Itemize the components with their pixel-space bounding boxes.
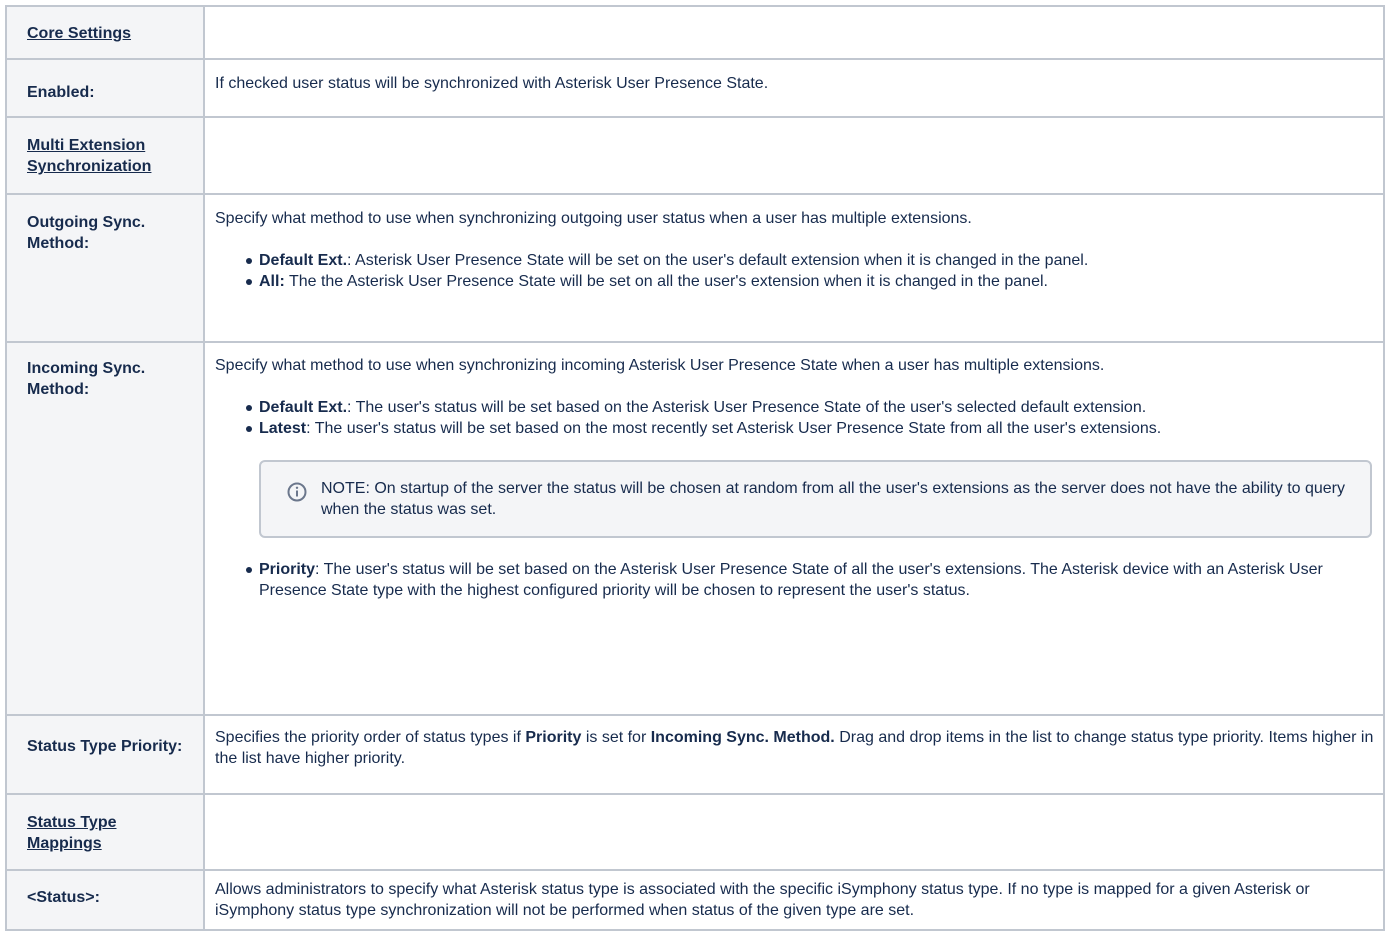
row-status-type-priority: Status Type Priority: Specifies the prio… <box>5 714 1385 795</box>
info-note-panel: NOTE: On startup of the server the statu… <box>259 460 1372 538</box>
label-enabled: Enabled: <box>27 84 95 101</box>
text-enabled: If checked user status will be synchroni… <box>215 75 769 92</box>
text-incoming-sync: Specify what method to use when synchron… <box>215 357 1105 374</box>
term-default-ext: Default Ext. <box>259 399 348 416</box>
header-status-type-priority: Status Type Priority: <box>5 714 205 795</box>
value-outgoing-sync: Specify what method to use when synchron… <box>203 193 1385 343</box>
row-multi-extension: Multi Extension Synchronization <box>5 116 1385 195</box>
label-status-type-priority: Status Type Priority: <box>27 738 183 755</box>
value-status-type-mappings <box>203 793 1385 871</box>
term-all: All: <box>259 273 285 290</box>
value-status-type-priority: Specifies the priority order of status t… <box>203 714 1385 795</box>
term-priority: Priority <box>259 561 316 578</box>
desc-default-ext: Asterisk User Presence State will be set… <box>355 252 1089 269</box>
settings-table: Core Settings Enabled: If checked user s… <box>5 5 1385 931</box>
header-multi-extension: Multi Extension Synchronization <box>5 116 205 195</box>
desc-priority: The user's status will be set based on t… <box>259 561 1323 599</box>
text-status-type-priority: Specifies the priority order of status t… <box>215 729 1374 767</box>
value-status: Allows administrators to specify what As… <box>203 869 1385 931</box>
desc-default-ext: The user's status will be set based on t… <box>355 399 1147 416</box>
link-core-settings[interactable]: Core Settings <box>27 25 131 42</box>
text-outgoing-sync: Specify what method to use when synchron… <box>215 210 972 227</box>
list-incoming-options: Default Ext.: The user's status will be … <box>205 397 1383 439</box>
label-status: <Status>: <box>27 889 100 906</box>
note-text: NOTE: On startup of the server the statu… <box>321 480 1346 518</box>
value-multi-extension <box>203 116 1385 195</box>
value-enabled: If checked user status will be synchroni… <box>203 58 1385 118</box>
value-core-settings <box>203 5 1385 60</box>
desc-all: The the Asterisk User Presence State wil… <box>288 273 1048 290</box>
list-incoming-priority: Priority: The user's status will be set … <box>205 559 1383 601</box>
list-item: Default Ext.: The user's status will be … <box>246 397 1383 418</box>
term-default-ext: Default Ext. <box>259 252 348 269</box>
row-outgoing-sync: Outgoing Sync. Method: Specify what meth… <box>5 193 1385 343</box>
header-enabled: Enabled: <box>5 58 205 118</box>
label-outgoing-sync: Outgoing Sync. Method: <box>27 214 146 252</box>
label-incoming-sync: Incoming Sync. Method: <box>27 360 146 398</box>
row-status-type-mappings: Status Type Mappings <box>5 793 1385 871</box>
header-status-type-mappings: Status Type Mappings <box>5 793 205 871</box>
desc-latest: The user's status will be set based on t… <box>314 420 1162 437</box>
row-core-settings: Core Settings <box>5 5 1385 60</box>
info-icon <box>287 482 307 502</box>
header-incoming-sync: Incoming Sync. Method: <box>5 341 205 716</box>
header-status: <Status>: <box>5 869 205 931</box>
list-item: Latest: The user's status will be set ba… <box>246 418 1383 439</box>
header-core-settings: Core Settings <box>5 5 205 60</box>
row-status: <Status>: Allows administrators to speci… <box>5 869 1385 931</box>
list-outgoing-options: Default Ext.: Asterisk User Presence Sta… <box>205 250 1383 292</box>
header-outgoing-sync: Outgoing Sync. Method: <box>5 193 205 343</box>
row-enabled: Enabled: If checked user status will be … <box>5 58 1385 118</box>
value-incoming-sync: Specify what method to use when synchron… <box>203 341 1385 716</box>
term-latest: Latest <box>259 420 307 437</box>
row-incoming-sync: Incoming Sync. Method: Specify what meth… <box>5 341 1385 716</box>
list-item: All: The the Asterisk User Presence Stat… <box>246 271 1383 292</box>
list-item: Default Ext.: Asterisk User Presence Sta… <box>246 250 1383 271</box>
list-item: Priority: The user's status will be set … <box>246 559 1383 601</box>
text-status: Allows administrators to specify what As… <box>215 881 1310 919</box>
link-status-type-mappings[interactable]: Status Type Mappings <box>27 814 117 852</box>
link-multi-extension[interactable]: Multi Extension Synchronization <box>27 137 151 175</box>
